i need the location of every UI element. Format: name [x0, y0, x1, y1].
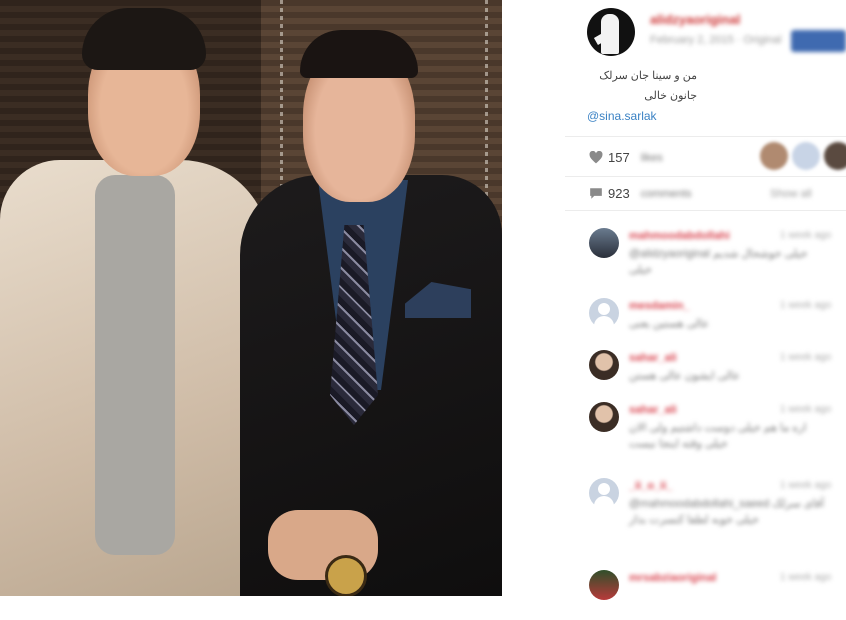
comment-text: عالی هستین یعنی	[629, 318, 710, 330]
liker-avatar[interactable]	[792, 142, 820, 170]
divider	[565, 176, 846, 177]
comment-item: mesdamin_ 1 week ago عالی هستین یعنی	[565, 298, 846, 348]
likes-count: 157	[608, 150, 630, 165]
caption-line: من و سینا جان سرلک	[599, 70, 697, 82]
comment-time: 1 week ago	[780, 352, 832, 363]
likers-avatars[interactable]	[760, 142, 846, 170]
show-all-link[interactable]: Show all	[770, 188, 812, 200]
commenter-name[interactable]: mesdamin_	[629, 300, 690, 312]
wristwatch	[325, 555, 367, 596]
likes-stat[interactable]: 157 likes	[589, 150, 663, 165]
left-person-hair	[82, 8, 206, 70]
comment-time: 1 week ago	[780, 300, 832, 311]
comment-text: اره ما هم خیلی دوست داشتیم ولی الان خیلی…	[629, 422, 807, 450]
commenter-name[interactable]: mahmoodabdollahi	[629, 230, 730, 242]
left-person-shirt	[95, 175, 175, 555]
post-caption: من و سینا جان سرلک جانون خالی @sina.sarl…	[587, 66, 697, 126]
liker-avatar[interactable]	[760, 142, 788, 170]
post-sidebar: alidzyaoriginal February 2, 2015 · Origi…	[565, 0, 846, 600]
commenter-avatar[interactable]	[589, 350, 619, 380]
comment-icon	[590, 188, 602, 199]
comment-time: 1 week ago	[780, 404, 832, 415]
comment-time: 1 week ago	[780, 480, 832, 491]
caption-line: جانون خالی	[644, 90, 697, 102]
default-avatar-icon[interactable]	[589, 298, 619, 328]
divider	[565, 136, 846, 137]
comment-item: sahar_ali 1 week ago اره ما هم خیلی دوست…	[565, 402, 846, 452]
comment-text: @alidzyaoriginal خیلی خوشحال شدیم خیلی	[629, 248, 808, 276]
comment-item: mahmoodabdollahi 1 week ago @alidzyaorig…	[565, 228, 846, 278]
comment-item: sahar_ali 1 week ago عالی ایشون عالی هست…	[565, 350, 846, 400]
profile-avatar[interactable]	[587, 8, 635, 56]
commenter-avatar[interactable]	[589, 402, 619, 432]
comment-text: عالی ایشون عالی هستن	[629, 370, 741, 382]
comment-item: _ii_o_ii_ 1 week ago @mahmoodabdollahi_s…	[565, 478, 846, 528]
comments-suffix: comments	[640, 187, 692, 200]
post-photo[interactable]	[0, 0, 502, 596]
comment-time: 1 week ago	[780, 572, 832, 583]
comments-stat[interactable]: 923 comments	[589, 186, 691, 201]
mention-link[interactable]: @sina.sarlak	[587, 106, 697, 126]
comment-time: 1 week ago	[780, 230, 832, 241]
commenter-avatar[interactable]	[589, 228, 619, 258]
likes-suffix: likes	[640, 151, 663, 164]
default-avatar-icon[interactable]	[589, 478, 619, 508]
commenter-name[interactable]: _ii_o_ii_	[629, 480, 672, 492]
comment-text: @mahmoodabdollahi_saeed آقای سرلک خیلی خ…	[629, 498, 825, 526]
commenter-name[interactable]: sahar_ali	[629, 404, 677, 416]
divider	[565, 210, 846, 211]
post-date: February 2, 2015 · Original	[650, 34, 782, 46]
comments-count: 923	[608, 186, 630, 201]
comment-item: mrsabziaoriginal 1 week ago	[565, 570, 846, 620]
profile-username[interactable]: alidzyaoriginal	[650, 12, 740, 27]
liker-avatar[interactable]	[824, 142, 846, 170]
follow-button[interactable]	[791, 30, 846, 52]
commenter-name[interactable]: mrsabziaoriginal	[629, 572, 716, 584]
right-person-hair	[300, 30, 418, 78]
commenter-name[interactable]: sahar_ali	[629, 352, 677, 364]
heart-icon	[589, 151, 603, 164]
